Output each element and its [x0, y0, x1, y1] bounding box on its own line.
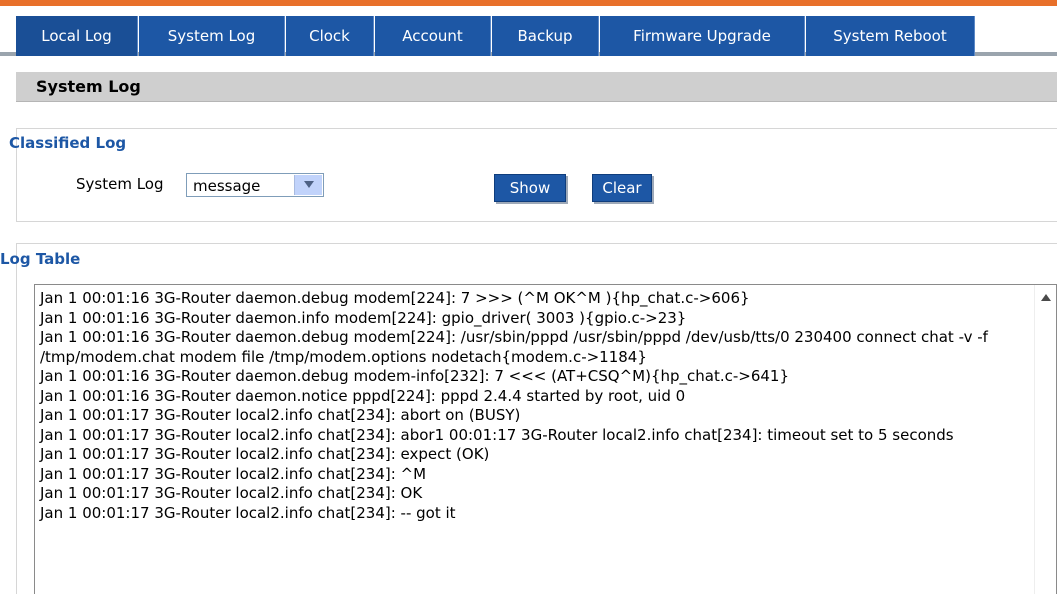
tab-local-log[interactable]: Local Log	[16, 16, 138, 56]
page-title: System Log	[36, 77, 141, 96]
log-line: Jan 1 00:01:17 3G-Router local2.info cha…	[40, 445, 490, 463]
log-line: Jan 1 00:01:17 3G-Router local2.info cha…	[40, 503, 456, 522]
chevron-down-icon	[304, 181, 314, 188]
tab-system-log[interactable]: System Log	[139, 16, 285, 56]
tab-system-reboot[interactable]: System Reboot	[806, 16, 975, 56]
dropdown-arrow-button[interactable]	[294, 175, 322, 195]
log-line: Jan 1 00:01:17 3G-Router local2.info cha…	[40, 464, 427, 483]
system-log-label: System Log	[76, 175, 164, 193]
tab-account[interactable]: Account	[375, 16, 491, 56]
classified-log-title: Classified Log	[9, 134, 127, 152]
scroll-up-arrow-icon[interactable]	[1041, 294, 1051, 302]
log-content: Jan 1 00:01:16 3G-Router daemon.debug mo…	[40, 289, 1025, 523]
log-table-title: Log Table	[0, 250, 81, 268]
tab-bar: Local Log System Log Clock Account Backu…	[0, 6, 1057, 56]
section-header: System Log	[16, 72, 1057, 102]
log-textarea[interactable]: Jan 1 00:01:16 3G-Router daemon.debug mo…	[34, 284, 1057, 594]
log-type-select-value: message	[193, 177, 261, 195]
log-line: Jan 1 00:01:16 3G-Router daemon.notice p…	[40, 386, 686, 405]
clear-button[interactable]: Clear	[592, 174, 652, 202]
log-line: Jan 1 00:01:16 3G-Router daemon.info mod…	[40, 308, 687, 327]
tab-clock[interactable]: Clock	[286, 16, 374, 56]
log-type-select[interactable]: message	[186, 173, 324, 197]
show-button[interactable]: Show	[494, 174, 566, 202]
log-line: Jan 1 00:01:16 3G-Router daemon.debug mo…	[40, 328, 988, 366]
log-line: Jan 1 00:01:17 3G-Router local2.info cha…	[40, 425, 954, 444]
tab-backup[interactable]: Backup	[492, 16, 599, 56]
log-line: Jan 1 00:01:16 3G-Router daemon.debug mo…	[40, 289, 750, 307]
log-line: Jan 1 00:01:17 3G-Router local2.info cha…	[40, 484, 423, 502]
log-line: Jan 1 00:01:17 3G-Router local2.info cha…	[40, 406, 521, 424]
vertical-scrollbar[interactable]	[1034, 285, 1056, 594]
tab-firmware-upgrade[interactable]: Firmware Upgrade	[600, 16, 805, 56]
log-line: Jan 1 00:01:16 3G-Router daemon.debug mo…	[40, 367, 790, 385]
